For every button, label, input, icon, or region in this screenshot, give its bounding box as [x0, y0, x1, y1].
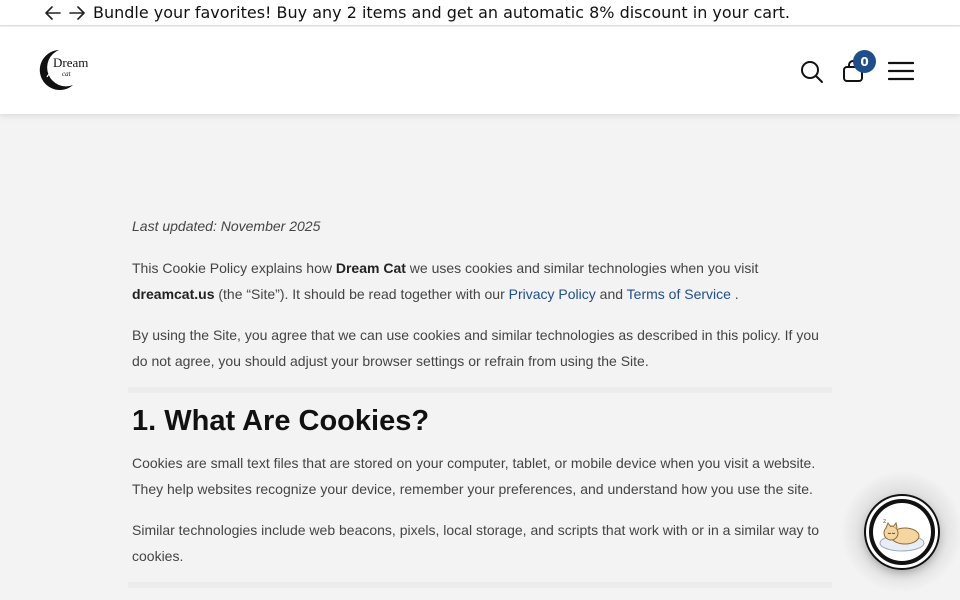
section-heading: 1. What Are Cookies?: [132, 405, 430, 437]
chat-widget-button[interactable]: z: [866, 496, 938, 568]
intro-text-3: (the “Site”). It should be read together…: [214, 286, 509, 302]
section-divider: [128, 582, 832, 588]
logo-subtext: cat: [62, 70, 71, 78]
logo-text: Dream: [53, 55, 89, 70]
logo[interactable]: Dream cat: [35, 47, 97, 93]
announcement-bar: Bundle your favorites! Buy any 2 items a…: [0, 0, 960, 26]
intro-text-4: and: [595, 286, 627, 302]
similar-technologies-paragraph: Similar technologies include web beacons…: [132, 522, 820, 564]
site-domain: dreamcat.us: [132, 286, 215, 302]
sleeping-cat-chat-icon: z: [873, 503, 931, 561]
intro-text-2: we uses cookies and similar technologies…: [405, 260, 759, 276]
arrow-left-icon[interactable]: [44, 4, 62, 22]
brand-name: Dream Cat: [335, 260, 406, 276]
search-icon[interactable]: [800, 60, 824, 84]
arrow-right-icon[interactable]: [68, 4, 86, 22]
svg-text:z: z: [883, 518, 886, 525]
privacy-policy-link[interactable]: Privacy Policy: [509, 286, 596, 302]
site-header: Dream cat: [0, 27, 960, 114]
section-divider: [128, 387, 832, 393]
announcement-text[interactable]: Bundle your favorites! Buy any 2 items a…: [93, 3, 790, 22]
cart-count-badge[interactable]: 0: [853, 50, 876, 73]
intro-text-5: .: [730, 286, 739, 302]
last-updated: Last updated: November 2025: [132, 218, 321, 234]
cookies-definition-paragraph: Cookies are small text files that are st…: [132, 455, 816, 497]
menu-icon[interactable]: [887, 61, 915, 81]
consent-paragraph: By using the Site, you agree that we can…: [132, 327, 819, 369]
intro-paragraph: This Cookie Policy explains how Dream Ca…: [132, 255, 822, 307]
terms-of-service-link[interactable]: Terms of Service: [627, 286, 731, 302]
intro-text-1: This Cookie Policy explains how: [132, 260, 336, 276]
